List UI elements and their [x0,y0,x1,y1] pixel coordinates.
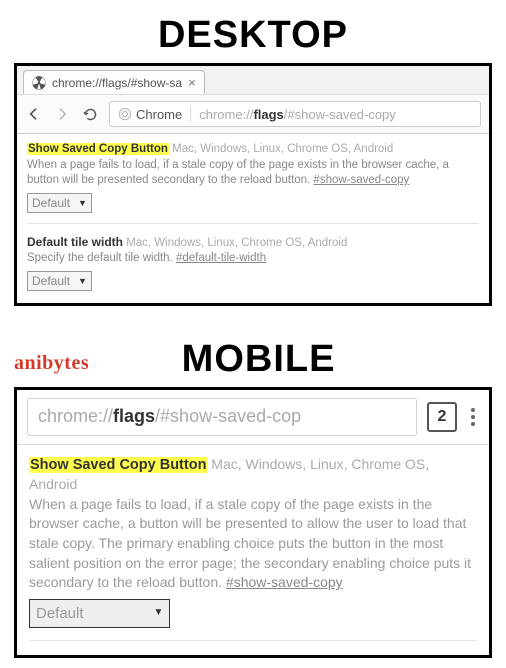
browser-tab[interactable]: chrome://flags/#show-sa × [23,70,205,94]
reload-button[interactable] [81,105,99,123]
mobile-toolbar: chrome://flags/#show-saved-cop 2 [17,390,489,445]
close-icon[interactable]: × [188,75,196,90]
flag-description: When a page fails to load, if a stale co… [29,495,477,593]
divider [27,223,479,224]
toolbar: Chrome chrome://flags/#show-saved-copy [17,94,489,133]
flag-description: Specify the default tile width. #default… [27,251,479,267]
flag-hash-link[interactable]: #show-saved-copy [313,174,409,186]
address-bar[interactable]: Chrome chrome://flags/#show-saved-copy [109,101,481,127]
flag-description: When a page fails to load, if a stale co… [27,158,479,189]
flag-hash-link[interactable]: #default-tile-width [176,252,266,264]
flag-hash-link[interactable]: #show-saved-copy [226,574,343,590]
flag-select[interactable]: Default▼ [27,193,92,213]
flag-select[interactable]: Default▼ [27,271,92,291]
chevron-down-icon: ▼ [78,197,87,209]
cutoff-row [17,641,489,655]
desktop-content: Show Saved Copy Button Mac, Windows, Lin… [17,134,489,303]
flag-title: Show Saved Copy Button [29,457,207,473]
flag-title: Show Saved Copy Button [27,143,169,155]
flag-platforms: Mac, Windows, Linux, Chrome OS, Android [169,143,393,155]
address-bar[interactable]: chrome://flags/#show-saved-cop [27,398,417,436]
chrome-label: Chrome [136,107,182,122]
url-text: chrome://flags/#show-saved-cop [38,406,301,427]
desktop-panel: chrome://flags/#show-sa × Chrome chrome:… [14,63,492,306]
flag-platforms: Mac, Windows, Linux, Chrome OS, Android [123,237,347,249]
chevron-down-icon: ▼ [78,275,87,287]
flag-select[interactable]: Default▼ [29,599,170,628]
radiation-icon [32,76,46,90]
mobile-panel: chrome://flags/#show-saved-cop 2 Show Sa… [14,387,492,658]
site-identity: Chrome [118,107,182,122]
heading-mobile: MOBILE [95,338,422,381]
chrome-icon [118,107,132,121]
menu-button[interactable] [467,404,479,430]
tab-switcher-button[interactable]: 2 [427,402,457,432]
tab-strip: chrome://flags/#show-sa × [17,66,489,94]
flag-title: Default tile width [27,235,123,249]
mobile-content: Show Saved Copy Button Mac, Windows, Lin… [17,445,489,641]
back-button[interactable] [25,105,43,123]
url-text: chrome://flags/#show-saved-copy [199,107,396,122]
forward-button[interactable] [53,105,71,123]
heading-desktop: DESKTOP [14,14,492,57]
tab-title: chrome://flags/#show-sa [52,76,182,90]
chevron-down-icon: ▼ [154,606,164,620]
brand-watermark: anibytes [14,352,89,387]
